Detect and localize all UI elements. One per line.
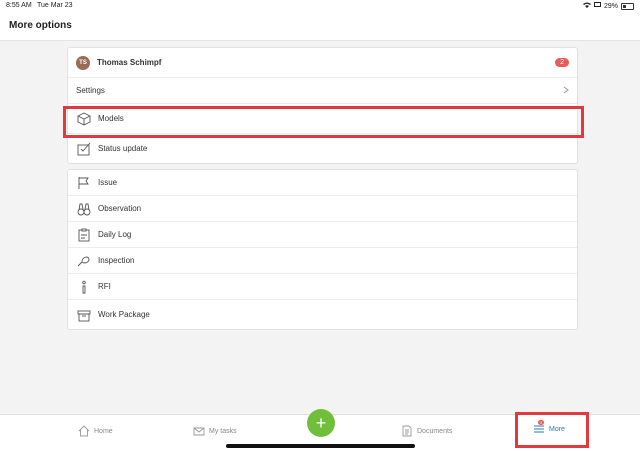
info-icon xyxy=(76,279,92,295)
observation-row[interactable]: Observation xyxy=(68,196,577,222)
inspection-label: Inspection xyxy=(98,256,135,265)
profile-row[interactable]: TS Thomas Schimpf 2 xyxy=(68,48,577,78)
notification-badge: 2 xyxy=(555,58,569,67)
screen-mirror-icon xyxy=(593,2,601,10)
inspection-row[interactable]: Inspection xyxy=(68,248,577,274)
binoculars-icon xyxy=(76,201,92,217)
battery-percent: 29% xyxy=(603,2,618,10)
home-indicator xyxy=(226,444,415,448)
tab-documents-label: Documents xyxy=(417,427,453,435)
account-card: TS Thomas Schimpf 2 Settings Models Stat… xyxy=(67,47,578,164)
tab-home[interactable]: Home xyxy=(78,425,113,437)
status-indicators: 29% xyxy=(582,2,634,10)
tab-home-label: Home xyxy=(94,427,113,435)
work-package-label: Work Package xyxy=(98,310,150,319)
daily-log-row[interactable]: Daily Log xyxy=(68,222,577,248)
status-date: Tue Mar 23 xyxy=(37,2,73,9)
status-update-label: Status update xyxy=(98,144,148,153)
cube-icon xyxy=(76,111,92,127)
rfi-label: RFI xyxy=(98,282,111,291)
status-bar: 8:55 AM Tue Mar 23 29% xyxy=(0,0,640,12)
home-icon xyxy=(78,425,90,437)
flag-icon xyxy=(76,175,92,191)
tab-more-label: More xyxy=(549,425,565,433)
daily-log-label: Daily Log xyxy=(98,230,132,239)
issue-row[interactable]: Issue xyxy=(68,170,577,196)
clipboard-icon xyxy=(76,227,92,243)
issue-label: Issue xyxy=(98,178,118,187)
models-label: Models xyxy=(98,114,124,123)
settings-row[interactable]: Settings xyxy=(68,78,577,104)
page-title: More options xyxy=(9,20,72,31)
status-update-row[interactable]: Status update xyxy=(68,134,577,163)
tab-my-tasks-label: My tasks xyxy=(209,427,237,435)
inbox-icon xyxy=(193,425,205,437)
status-update-icon xyxy=(76,141,92,157)
menu-icon: 2 xyxy=(533,420,545,435)
inspection-icon xyxy=(76,253,92,269)
profile-name: Thomas Schimpf xyxy=(97,58,162,67)
add-button[interactable]: + xyxy=(307,409,335,437)
tab-documents[interactable]: Documents xyxy=(401,425,452,437)
rfi-row[interactable]: RFI xyxy=(68,274,577,300)
status-time: 8:55 AM xyxy=(6,2,32,9)
document-icon xyxy=(401,425,413,437)
chevron-right-icon xyxy=(563,86,569,96)
observation-label: Observation xyxy=(98,204,142,213)
page-header: More options xyxy=(0,12,640,41)
work-package-row[interactable]: Work Package xyxy=(68,300,577,329)
tab-my-tasks[interactable]: My tasks xyxy=(193,425,237,437)
tab-more[interactable]: 2 More xyxy=(533,420,565,435)
wifi-icon xyxy=(582,2,591,10)
avatar: TS xyxy=(76,55,90,70)
box-icon xyxy=(76,307,92,323)
battery-icon xyxy=(621,2,634,10)
models-row[interactable]: Models xyxy=(68,104,577,134)
create-card: Issue Observation Daily Log Inspection R… xyxy=(67,169,578,330)
settings-label: Settings xyxy=(76,86,105,95)
